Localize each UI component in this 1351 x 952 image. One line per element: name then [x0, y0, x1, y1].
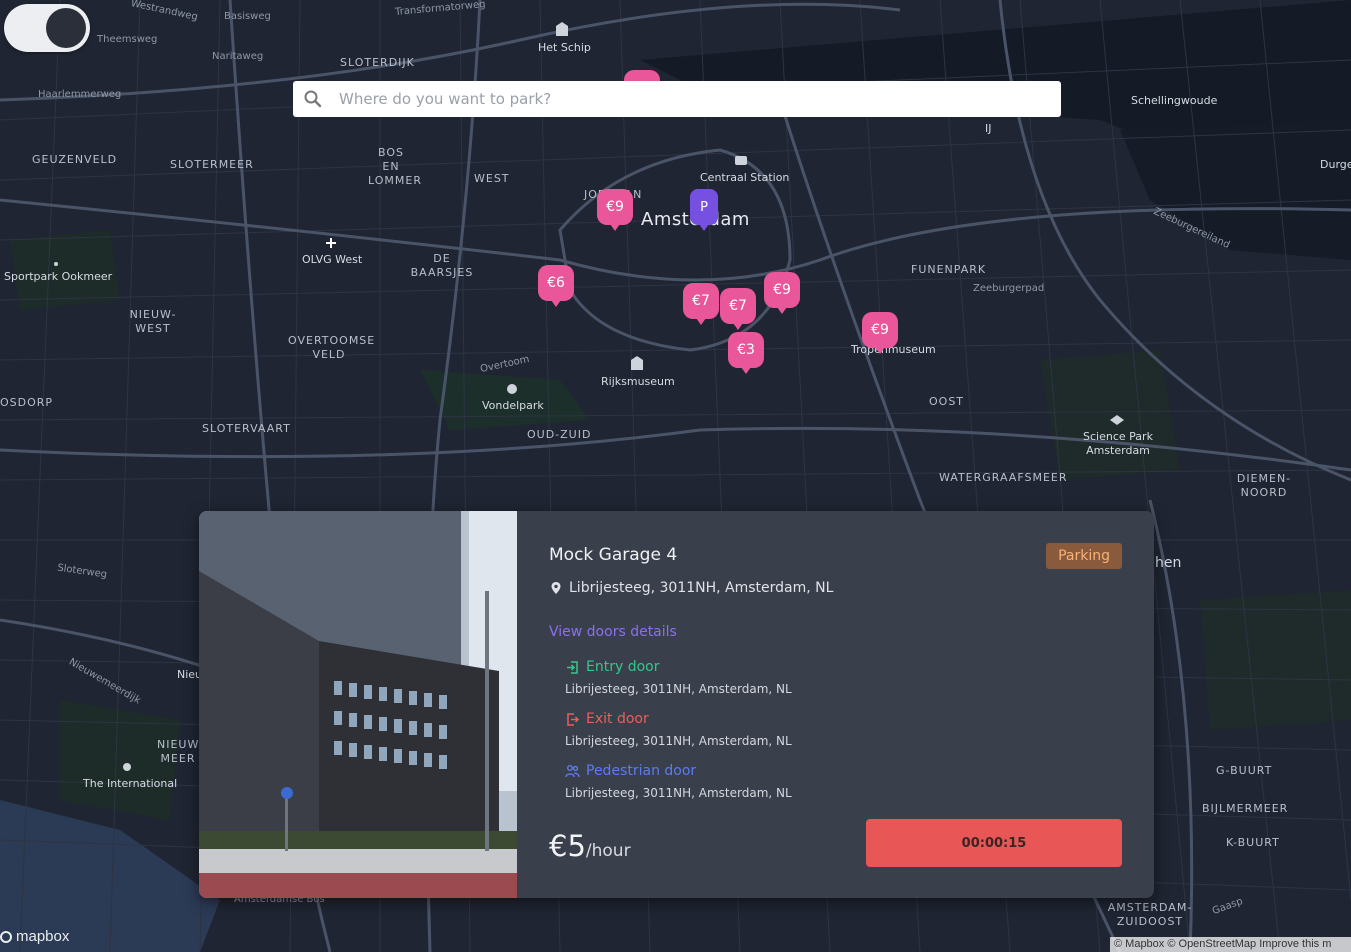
map-label-overtoomse-veld: OVERTOOMSE VELD	[288, 334, 376, 361]
map-label-funenpark: FUNENPARK	[911, 263, 987, 276]
map-label-basisweg: Basisweg	[224, 11, 271, 22]
entry-door: Entry door Librijesteeg, 3011NH, Amsterd…	[565, 659, 792, 696]
parking-marker[interactable]: €3	[728, 332, 764, 374]
toggle-knob	[46, 8, 86, 48]
map-label-nieuw-meer: NIEUW MEER	[157, 738, 199, 765]
map-label-rijksmuseum: Rijksmuseum	[601, 375, 675, 388]
exit-door-address: Librijesteeg, 3011NH, Amsterdam, NL	[565, 734, 792, 748]
map-label-west: WEST	[474, 172, 510, 185]
map-label-zeeburgerpad: Zeeburgerpad	[973, 283, 1045, 294]
parking-info: Mock Garage 4 Parking Librijesteeg, 3011…	[549, 511, 1122, 898]
map-label-osdorp: OSDORP	[0, 396, 54, 409]
theme-toggle[interactable]	[4, 4, 90, 52]
map-label-k-buurt: K-BUURT	[1226, 836, 1280, 849]
map-label-vondelpark: Vondelpark	[482, 399, 544, 412]
map-label-theemsweg: Theemsweg	[97, 34, 158, 45]
map-label-durge: Durge	[1320, 158, 1351, 171]
map-label-bijlmermeer: BIJLMERMEER	[1202, 802, 1289, 815]
search-bar[interactable]	[293, 81, 1061, 117]
parking-marker[interactable]: €6	[538, 265, 574, 307]
price-amount: €5	[549, 829, 586, 863]
map-label-olvg-west: OLVG West	[302, 253, 363, 266]
parking-marker[interactable]: €7	[683, 283, 719, 325]
map-attribution[interactable]: © Mapbox © OpenStreetMap Improve this m	[1110, 937, 1351, 952]
parking-marker[interactable]: €9	[764, 272, 800, 314]
mapbox-logo[interactable]: mapbox	[0, 928, 69, 945]
map-label-haarlemmerweg: Haarlemmerweg	[38, 89, 122, 100]
pedestrian-door-label: Pedestrian door	[586, 763, 697, 779]
exit-door: Exit door Librijesteeg, 3011NH, Amsterda…	[565, 711, 792, 748]
selected-parking-marker[interactable]: P	[690, 189, 718, 231]
view-doors-details-link[interactable]: View doors details	[549, 624, 677, 640]
mapbox-logo-text: mapbox	[16, 928, 70, 945]
mapbox-logo-icon	[0, 930, 12, 943]
map-label-nieuw-west: NIEUW-WEST	[129, 308, 177, 335]
map-label-sloterdijk: SLOTERDIJK	[340, 56, 415, 69]
map-label-het-schip: Het Schip	[538, 41, 591, 54]
map-label-watergraafsmeer: WATERGRAAFSMEER	[939, 471, 1068, 484]
exit-door-label: Exit door	[586, 711, 649, 727]
sportpark-dot-icon	[54, 262, 58, 266]
search-icon	[304, 90, 322, 108]
entry-door-icon	[567, 660, 578, 674]
map-label-ij: IJ	[985, 122, 992, 135]
the-international-icon	[123, 763, 131, 771]
map-label-naritaweg: Naritaweg	[212, 51, 264, 62]
type-badge: Parking	[1046, 543, 1122, 569]
garage-address-text: Librijesteeg, 3011NH, Amsterdam, NL	[569, 580, 834, 596]
map-label-amsterdam-zuidoost: AMSTERDAM-ZUIDOOST	[1107, 901, 1193, 928]
map-label-g-buurt: G-BUURT	[1216, 764, 1273, 777]
parking-marker[interactable]: €9	[597, 189, 633, 231]
map-label-centraal-station: Centraal Station	[700, 171, 790, 184]
pedestrian-door-icon	[565, 764, 580, 777]
map-label-schellingwoude: Schellingwoude	[1131, 94, 1218, 107]
camera-icon	[735, 156, 747, 165]
price-unit: /hour	[585, 841, 631, 861]
pedestrian-door: Pedestrian door Librijesteeg, 3011NH, Am…	[565, 763, 792, 800]
entry-door-address: Librijesteeg, 3011NH, Amsterdam, NL	[565, 682, 792, 696]
map-label-slotermeer: SLOTERMEER	[170, 158, 254, 171]
parking-marker[interactable]: €7	[720, 288, 756, 330]
map-label-hen: hen	[1155, 555, 1182, 571]
price: €5/hour	[549, 829, 631, 863]
garage-photo	[199, 511, 517, 898]
map-label-oost: OOST	[929, 395, 965, 408]
map-label-science-park: Science Park Amsterdam	[1083, 430, 1153, 457]
map-label-diemen-noord: DIEMEN-NOORD	[1236, 472, 1292, 499]
parking-marker[interactable]: €9	[862, 312, 898, 354]
garage-address: Librijesteeg, 3011NH, Amsterdam, NL	[549, 580, 833, 596]
entry-door-label: Entry door	[586, 659, 660, 675]
map-label-geuzenveld: GEUZENVELD	[32, 153, 118, 166]
map-label-bos-en-lommer: BOS EN LOMMER	[368, 146, 422, 187]
garage-title: Mock Garage 4	[549, 545, 678, 565]
map-label-the-international: The International	[83, 777, 178, 790]
pedestrian-door-address: Librijesteeg, 3011NH, Amsterdam, NL	[565, 786, 792, 800]
parking-detail-card: Mock Garage 4 Parking Librijesteeg, 3011…	[199, 511, 1154, 898]
park-icon	[507, 384, 517, 394]
search-input[interactable]	[337, 89, 1061, 109]
location-pin-icon	[551, 582, 561, 594]
parking-timer-button[interactable]: 00:00:15	[866, 819, 1122, 867]
map-label-oud-zuid: OUD-ZUID	[527, 428, 592, 441]
map-label-sportpark-ookmeer: Sportpark Ookmeer	[4, 270, 113, 283]
map-label-slotervaart: SLOTERVAART	[202, 422, 291, 435]
map-label-de-baarsjes: DE BAARSJES	[410, 252, 474, 279]
exit-door-icon	[567, 712, 580, 726]
